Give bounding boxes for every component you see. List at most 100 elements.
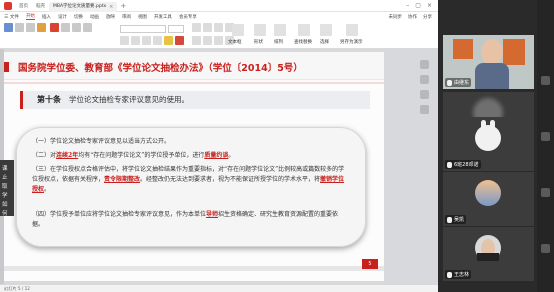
menu-animation[interactable]: 动画 bbox=[90, 14, 99, 20]
slide-footer-bar bbox=[4, 266, 384, 271]
slide-title[interactable]: 国务院学位委、教育部《学位论文抽检办法》（学位〔2014〕5号） bbox=[18, 60, 303, 74]
select-label[interactable]: 选择 bbox=[320, 39, 329, 45]
menu-insert[interactable]: 插入 bbox=[42, 14, 51, 20]
close-tab-icon[interactable]: × bbox=[109, 2, 113, 12]
paragraph-group bbox=[192, 23, 234, 32]
underline-icon[interactable] bbox=[142, 36, 151, 45]
highlight-icon[interactable] bbox=[164, 36, 173, 45]
new-slide-icon[interactable] bbox=[50, 23, 59, 32]
section-icon[interactable] bbox=[72, 23, 81, 32]
layout-icon[interactable] bbox=[61, 23, 70, 32]
paragraph-text-run: 。 bbox=[44, 186, 51, 193]
format-pane-icon[interactable] bbox=[420, 60, 429, 69]
slide-group bbox=[50, 23, 92, 32]
italic-icon[interactable] bbox=[131, 36, 140, 45]
slide-canvas[interactable]: 国务院学位委、教育部《学位论文抽检办法》（学位〔2014〕5号） 第十条 学位论… bbox=[4, 52, 384, 281]
align-center-icon[interactable] bbox=[203, 36, 212, 45]
participant-name: 6班28邓诺 bbox=[454, 162, 479, 168]
chat-icon[interactable] bbox=[541, 244, 550, 253]
avatar-suit bbox=[477, 253, 499, 261]
paragraph-1: （一）学位论文抽检专家评议意见以适当方式公开。 bbox=[32, 137, 350, 147]
share-button[interactable]: 分享 bbox=[423, 14, 432, 20]
tab-document[interactable]: MBA学位论文质量要.pptx × bbox=[49, 1, 118, 12]
menu-view[interactable]: 视图 bbox=[138, 14, 147, 20]
font-color-icon[interactable] bbox=[175, 36, 184, 45]
participant-tile-4[interactable]: 吴凯 bbox=[443, 172, 534, 226]
reset-icon[interactable] bbox=[83, 23, 92, 32]
arrange-button-label[interactable]: 排列 bbox=[274, 39, 283, 45]
menu-review[interactable]: 审阅 bbox=[122, 14, 131, 20]
menu-transition[interactable]: 切换 bbox=[74, 14, 83, 20]
save-as-icon[interactable] bbox=[346, 24, 358, 36]
camera-icon[interactable] bbox=[541, 76, 550, 85]
paragraph-3: （三）在学位授权点合格评估中，将学位论文抽检结果作为重要指标，对“存在问题学位论… bbox=[32, 165, 350, 195]
find-replace-label[interactable]: 查找替换 bbox=[294, 39, 312, 45]
menu-file[interactable]: 三 文件 bbox=[4, 14, 19, 20]
article-heading: 学位论文抽检专家评议意见的使用。 bbox=[69, 95, 189, 104]
slide-page-number: 5 bbox=[362, 259, 378, 269]
shapes-icon[interactable] bbox=[254, 24, 266, 36]
textbox-icon[interactable] bbox=[232, 24, 244, 36]
cut-icon[interactable] bbox=[15, 23, 24, 32]
new-tab-icon[interactable]: + bbox=[120, 2, 126, 10]
participants-icon[interactable] bbox=[541, 188, 550, 197]
menu-developer[interactable]: 开发工具 bbox=[154, 14, 172, 20]
format-group bbox=[120, 36, 184, 45]
highlighted-keyword: 连续2年 bbox=[56, 152, 79, 159]
find-replace-icon[interactable] bbox=[298, 24, 310, 36]
strikethrough-icon[interactable] bbox=[153, 36, 162, 45]
share-screen-icon[interactable] bbox=[541, 132, 550, 141]
align-left-icon[interactable] bbox=[192, 36, 201, 45]
microphone-icon bbox=[447, 79, 452, 86]
close-icon[interactable]: × bbox=[427, 2, 432, 9]
font-family-select[interactable] bbox=[120, 25, 166, 33]
collaborate-button[interactable]: 协作 bbox=[408, 14, 417, 20]
arrange-icon[interactable] bbox=[274, 24, 286, 36]
article-number: 第十条 bbox=[37, 94, 61, 104]
animation-pane-icon[interactable] bbox=[420, 75, 429, 84]
indent-icon[interactable] bbox=[214, 23, 223, 32]
menu-design[interactable]: 设计 bbox=[58, 14, 67, 20]
paragraph-2: （二）对连续2年均有“存在问题学位论文”的学位授予单位，进行质量约谈。 bbox=[32, 151, 350, 161]
menu-slideshow[interactable]: 放映 bbox=[106, 14, 115, 20]
paragraph-text-run: （二）对 bbox=[32, 152, 57, 159]
sync-status[interactable]: 未同步 bbox=[389, 14, 403, 20]
rabbit-avatar bbox=[475, 125, 501, 151]
settings-icon[interactable] bbox=[420, 105, 429, 114]
article-heading-bar[interactable]: 第十条 学位论文抽检专家评议意见的使用。 bbox=[20, 91, 370, 109]
menu-member[interactable]: 会员专享 bbox=[179, 14, 197, 20]
microphone-icon bbox=[447, 161, 452, 168]
textbox-button-label[interactable]: 文本框 bbox=[228, 39, 242, 45]
participant-tile-5[interactable]: 王志林 bbox=[443, 227, 534, 281]
rabbit-ear-right bbox=[490, 120, 495, 132]
paragraph-text-run: 均有“存在问题学位论文”的学位授予单位，进行 bbox=[78, 152, 205, 159]
tab-docer[interactable]: 稻壳 bbox=[32, 2, 49, 12]
floating-subtitle-window[interactable]: 课止取学如何 bbox=[0, 160, 14, 217]
person-body bbox=[475, 63, 509, 89]
copy-icon[interactable] bbox=[26, 23, 35, 32]
title-accent-bar bbox=[4, 62, 9, 72]
minimize-icon[interactable]: – bbox=[406, 2, 409, 9]
window-controls: – ▢ × bbox=[406, 2, 438, 9]
paste-icon[interactable] bbox=[4, 23, 13, 32]
menu-home[interactable]: 开始 bbox=[25, 13, 35, 20]
select-icon[interactable] bbox=[320, 24, 332, 36]
tab-home[interactable]: 首页 bbox=[15, 2, 32, 12]
poster-decoration-2 bbox=[503, 39, 525, 65]
participant-tile-1[interactable]: 由继东 bbox=[443, 35, 534, 89]
format-painter-icon[interactable] bbox=[37, 23, 46, 32]
paragraph-text-run: 。 bbox=[228, 152, 235, 159]
maximize-icon[interactable]: ▢ bbox=[415, 2, 421, 9]
shapes-button-label[interactable]: 形状 bbox=[254, 39, 263, 45]
font-size-select[interactable] bbox=[168, 25, 184, 33]
bold-icon[interactable] bbox=[120, 36, 129, 45]
numbering-icon[interactable] bbox=[203, 23, 212, 32]
save-as-label[interactable]: 另存为演示 bbox=[340, 39, 363, 45]
content-panel[interactable]: （一）学位论文抽检专家评议意见以适当方式公开。 （二）对连续2年均有“存在问题学… bbox=[16, 127, 366, 247]
participant-tile-3[interactable]: 6班28邓诺 bbox=[443, 117, 534, 171]
title-bar: 首页 稻壳 MBA学位论文质量要.pptx × + – ▢ × bbox=[0, 0, 438, 12]
shape-pane-icon[interactable] bbox=[420, 90, 429, 99]
microphone-icon bbox=[447, 216, 452, 223]
align-right-icon[interactable] bbox=[214, 36, 223, 45]
bullets-icon[interactable] bbox=[192, 23, 201, 32]
